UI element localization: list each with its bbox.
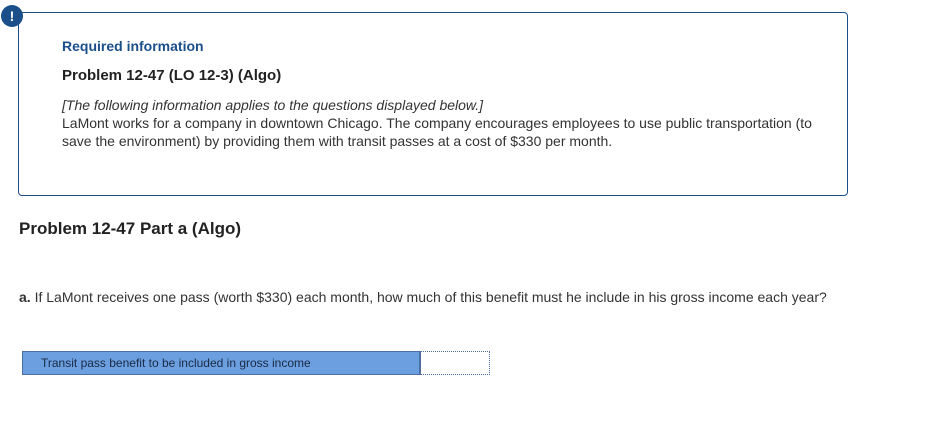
question-letter: a.	[19, 289, 31, 305]
question-body: If LaMont receives one pass (worth $330)…	[34, 289, 827, 305]
required-information-heading: Required information	[62, 38, 204, 54]
part-title: Problem 12-47 Part a (Algo)	[19, 219, 242, 238]
answer-row: Transit pass benefit to be included in g…	[22, 351, 490, 375]
answer-label: Transit pass benefit to be included in g…	[22, 351, 420, 375]
problem-title: Problem 12-47 (LO 12-3) (Algo)	[62, 67, 282, 84]
problem-body-text: LaMont works for a company in downtown C…	[62, 115, 812, 149]
applies-note: [The following information applies to th…	[62, 97, 484, 113]
gross-income-answer-input[interactable]	[420, 351, 490, 375]
question-text: a. If LaMont receives one pass (worth $3…	[19, 289, 899, 306]
problem-description: [The following information applies to th…	[62, 96, 832, 150]
